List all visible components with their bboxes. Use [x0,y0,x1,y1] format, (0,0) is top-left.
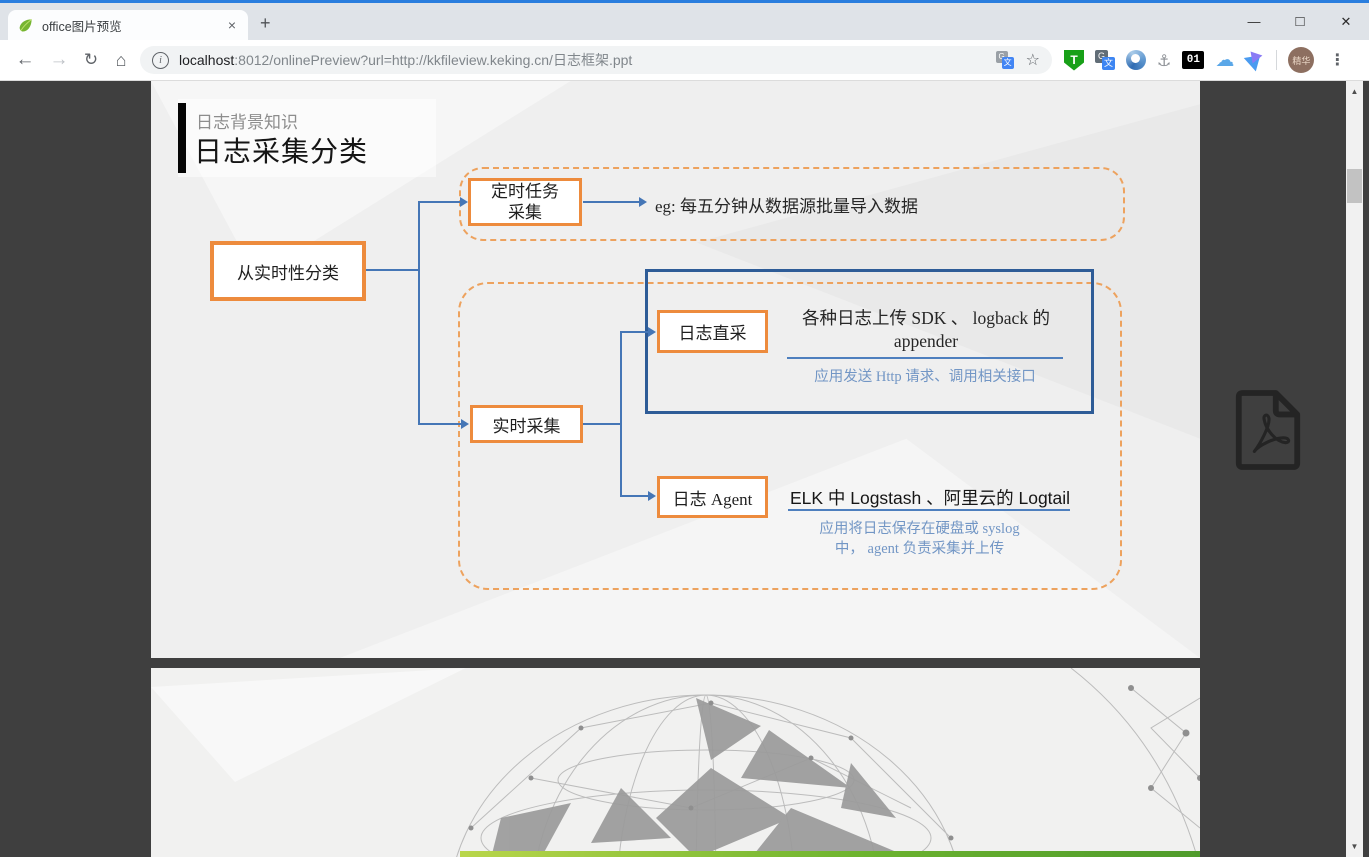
agent-heading-text: ELK 中 Logstash 、阿里云的 Logtail [780,485,1080,510]
pdf-file-icon[interactable] [1231,389,1305,471]
home-icon[interactable]: ⌂ [108,47,134,73]
page-content: 日志背景知识 日志采集分类 从实时性分类 定时任务采集 实时采集 日 [0,81,1369,857]
slide-preview-2 [151,668,1200,857]
connector-line [419,201,461,203]
translate-page-icon[interactable]: G 文 [996,51,1014,69]
title-accent-bar [178,103,186,173]
connector-line [620,331,622,497]
timed-example-text: eg: 每五分钟从数据源批量导入数据 [655,192,918,217]
minimize-button[interactable]: — [1231,3,1277,40]
connector-line [621,495,649,497]
node-label: 定时任务采集 [487,181,563,223]
browser-menu-icon[interactable]: ⋮ [1325,50,1349,70]
reload-icon[interactable]: ↻ [78,47,104,73]
bird-extension-icon[interactable] [1245,50,1265,70]
tab-office-preview[interactable]: office图片预览 × [8,10,248,40]
scrollbar-thumb[interactable] [1347,169,1362,203]
tab-close-icon[interactable]: × [226,16,238,34]
window-controls: — □ ✕ [1231,3,1369,40]
connector-line [364,269,419,271]
profile-avatar[interactable]: 精华 [1288,47,1314,73]
scroll-down-icon[interactable]: ▼ [1346,838,1363,855]
underline [788,509,1070,511]
underline [787,357,1063,359]
direct-subtext: 应用发送 Http 请求、调用相关接口 [767,365,1083,386]
arrowhead [648,327,656,337]
forward-icon[interactable]: → [46,47,72,73]
titlebar: office图片预览 × + — □ ✕ [0,3,1369,40]
close-button[interactable]: ✕ [1323,3,1369,40]
translate-front-glyph: 文 [1102,57,1115,70]
bookmark-star-icon[interactable]: ☆ [1026,50,1040,70]
slide-preview-1: 日志背景知识 日志采集分类 从实时性分类 定时任务采集 实时采集 日 [151,81,1200,658]
arrowhead [460,197,468,207]
connector-line [621,331,649,333]
node-root: 从实时性分类 [210,241,366,301]
new-tab-button[interactable]: + [260,13,271,34]
arrowhead [648,491,656,501]
agent-subtext: 应用将日志保存在硬盘或 syslog 中， agent 负责采集并上传 [812,519,1027,559]
url-text: localhost:8012/onlinePreview?url=http://… [179,50,996,70]
maximize-button[interactable]: □ [1277,3,1323,40]
swirl-extension-icon[interactable] [1126,50,1146,70]
page-info-icon[interactable]: i [152,52,169,69]
cloud-extension-icon[interactable]: ☁ [1215,49,1234,71]
tab-title: office图片预览 [42,16,226,35]
anchor-extension-icon[interactable]: ⚓ [1157,51,1171,70]
back-icon[interactable]: ← [12,47,38,73]
green-footer-strip [460,851,1200,857]
arrowhead [639,197,647,207]
toolbar-divider [1276,50,1277,70]
tampermonkey-shield-icon[interactable]: T [1064,50,1084,71]
url-path: :8012/onlinePreview?url=http://kkfilevie… [234,52,632,68]
connector-line [419,423,462,425]
spring-leaf-favicon [18,18,33,33]
url-host: localhost [179,52,234,68]
slide-title: 日志采集分类 [194,130,368,170]
node-log-agent: 日志 Agent [657,476,768,518]
extensions-bar: T G 文 ⚓ 01 ☁ 精华 ⋮ [1064,46,1361,74]
node-timed-collection: 定时任务采集 [468,178,582,226]
connector-line [583,423,621,425]
browser-window: office图片预览 × + — □ ✕ ← → ↻ ⌂ i localhost… [0,0,1369,857]
translate-front-glyph: 文 [1002,57,1014,69]
connector-line [418,201,420,425]
node-realtime-collection: 实时采集 [470,405,583,443]
connector-line [583,201,640,203]
arrowhead [461,419,469,429]
badge-01-extension-icon[interactable]: 01 [1182,51,1204,69]
vertical-scrollbar[interactable]: ▲ ▼ [1346,81,1363,857]
node-direct-collection: 日志直采 [657,310,768,353]
browser-toolbar: ← → ↻ ⌂ i localhost:8012/onlinePreview?u… [0,40,1369,81]
scroll-up-icon[interactable]: ▲ [1346,83,1363,100]
translate-extension-icon[interactable]: G 文 [1095,50,1115,70]
address-bar[interactable]: i localhost:8012/onlinePreview?url=http:… [140,46,1052,74]
direct-heading-text: 各种日志上传 SDK 、 logback 的 appender [788,307,1064,353]
